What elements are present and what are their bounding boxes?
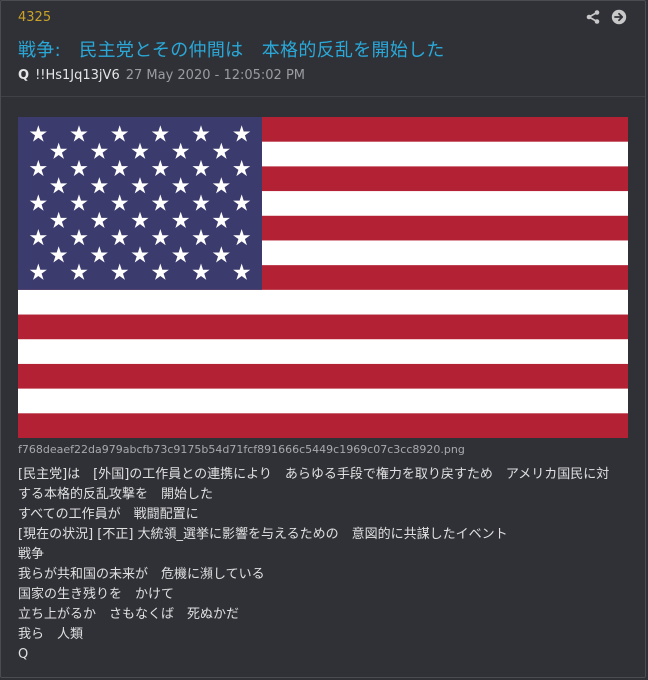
header-divider — [1, 96, 645, 97]
post-title: 戦争: 民主党とその仲間は 本格的反乱を開始した — [18, 40, 445, 61]
flag-stripe — [18, 314, 628, 340]
tripcode: !!Hs1Jq13jV6 — [35, 68, 120, 83]
post-actions — [585, 9, 629, 27]
us-flag-image[interactable] — [18, 117, 628, 438]
flag-stripe — [18, 363, 628, 390]
flag-stripe — [18, 289, 628, 316]
post-number[interactable]: 4325 — [18, 10, 51, 25]
post-meta: Q !!Hs1Jq13jV6 27 May 2020 - 12:05:02 PM — [18, 68, 305, 83]
post-date: 27 May 2020 - 12:05:02 PM — [125, 68, 306, 83]
body-line: すべての工作員が 戦闘配置に — [18, 507, 199, 522]
post-body: [民主党]は [外国]の工作員との連携により あらゆる手段で権力を取り戻すため … — [18, 465, 630, 665]
body-line: 立ち上がるか さもなくば 死ぬかだ — [18, 607, 240, 622]
body-line: する本格的反乱攻撃を 開始した — [18, 487, 214, 502]
flag-stripe — [18, 413, 628, 438]
body-line: 我らが共和国の未来が 危機に瀕している — [18, 567, 265, 582]
body-line: 我ら 人類 — [18, 627, 84, 642]
body-line: [民主党]は [外国]の工作員との連携により あらゆる手段で権力を取り戻すため … — [18, 467, 610, 482]
share-icon[interactable] — [585, 9, 601, 25]
image-filename[interactable]: f768deaef22da979abcfb73c9175b54d71fcf891… — [18, 443, 465, 456]
arrow-right-circle-icon[interactable] — [611, 9, 627, 25]
body-line: [現在の状況] [不正] 大統領_選挙に影響を与えるための 意図的に共謀したイベ… — [18, 527, 508, 542]
flag-stripe — [18, 388, 628, 414]
post-header: 4325 戦争: 民主党とその仲間は 本格的反乱を開始した Q !!Hs1Jq1… — [18, 9, 629, 91]
flag-stripe — [18, 339, 628, 365]
body-line: Q — [18, 647, 29, 662]
author-name: Q — [18, 68, 30, 83]
body-line: 国家の生き残りを かけて — [18, 587, 175, 602]
post-card: 4325 戦争: 民主党とその仲間は 本格的反乱を開始した Q !!Hs1Jq1… — [0, 0, 646, 678]
body-line: 戦争 — [18, 547, 45, 562]
